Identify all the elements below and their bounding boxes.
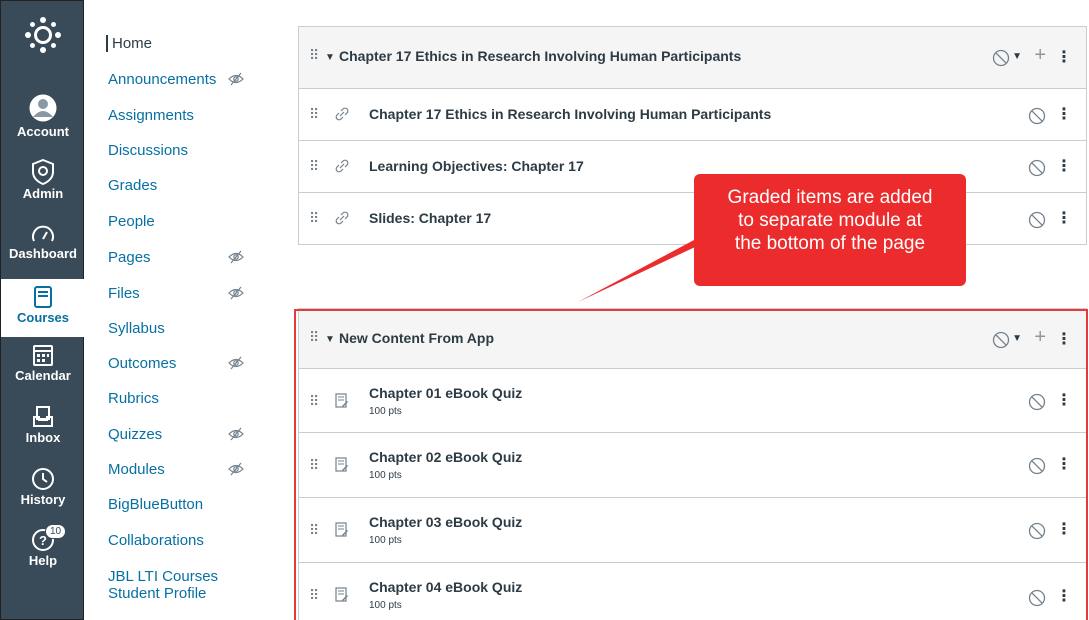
callout-line: to separate module at: [738, 210, 922, 231]
course-nav-assignments[interactable]: Assignments: [108, 107, 258, 124]
nav-account[interactable]: Account: [1, 93, 85, 149]
course-nav-quizzes[interactable]: Quizzes: [108, 426, 258, 443]
drag-handle-icon[interactable]: ⠿: [309, 158, 319, 175]
course-nav-label: Quizzes: [108, 426, 163, 443]
course-nav-discussions[interactable]: Discussions: [108, 142, 258, 159]
link-icon: [335, 107, 349, 126]
eye-slash-icon: [228, 355, 244, 375]
course-nav-files[interactable]: Files: [108, 285, 258, 302]
admin-icon: [32, 159, 54, 185]
nav-courses[interactable]: Courses: [1, 279, 85, 337]
course-nav-bigbluebutton[interactable]: BigBlueButton: [108, 496, 258, 513]
eye-slash-icon: [228, 71, 244, 91]
unpublished-icon[interactable]: [1028, 107, 1046, 130]
course-nav-announcements[interactable]: Announcements: [108, 71, 258, 88]
callout-line: the bottom of the page: [734, 233, 926, 254]
nav-inbox-label: Inbox: [25, 430, 61, 445]
callout-line: Graded items are added: [727, 187, 933, 208]
nav-dashboard-label: Dashboard: [9, 246, 77, 261]
module-item-title[interactable]: Chapter 17 Ethics in Research Involving …: [369, 106, 771, 122]
nav-admin[interactable]: Admin: [1, 159, 85, 209]
unpublished-icon[interactable]: [992, 49, 1010, 72]
canvas-logo-icon[interactable]: [23, 15, 63, 55]
course-nav-label: Modules: [108, 461, 165, 478]
module-item[interactable]: ⠿ Chapter 17 Ethics in Research Involvin…: [299, 89, 1086, 141]
module-header[interactable]: ⠿ ▼ Chapter 17 Ethics in Research Involv…: [299, 27, 1086, 89]
course-nav-collaborations[interactable]: Collaborations: [108, 532, 258, 549]
nav-courses-label: Courses: [16, 310, 70, 325]
module-item[interactable]: ⠿ Learning Objectives: Chapter 17 ⋮: [299, 141, 1086, 193]
course-nav-pages[interactable]: Pages: [108, 249, 258, 266]
help-badge: 10: [45, 524, 67, 539]
nav-calendar[interactable]: Calendar: [1, 343, 85, 393]
dashboard-icon: [32, 225, 54, 242]
course-nav-jbl-lti[interactable]: JBL LTI Courses Student Profile: [108, 568, 238, 602]
course-nav-people[interactable]: People: [108, 213, 258, 230]
nav-help-label: Help: [28, 553, 58, 568]
item-menu-icon[interactable]: ⋮: [1056, 104, 1072, 124]
nav-calendar-label: Calendar: [15, 368, 71, 383]
nav-dashboard[interactable]: Dashboard: [1, 223, 85, 271]
drag-handle-icon[interactable]: ⠿: [309, 47, 319, 64]
eye-slash-icon: [228, 461, 244, 481]
course-nav-rubrics[interactable]: Rubrics: [108, 390, 258, 407]
nav-inbox[interactable]: Inbox: [1, 405, 85, 455]
account-icon: [29, 94, 57, 122]
course-nav-grades[interactable]: Grades: [108, 177, 258, 194]
link-icon: [335, 211, 349, 230]
eye-slash-icon: [228, 249, 244, 269]
drag-handle-icon[interactable]: ⠿: [309, 210, 319, 227]
link-icon: [335, 159, 349, 178]
courses-icon: [34, 286, 52, 308]
course-nav-syllabus[interactable]: Syllabus: [108, 320, 258, 337]
global-navigation: Account Admin Dashboard Courses Calendar…: [0, 0, 85, 620]
inbox-icon: [33, 406, 53, 427]
unpublished-icon[interactable]: [1028, 159, 1046, 182]
nav-history-label: History: [20, 492, 66, 507]
module-item-title[interactable]: Learning Objectives: Chapter 17: [369, 158, 584, 174]
course-nav-label: Announcements: [108, 71, 217, 88]
module-chapter-17: ⠿ ▼ Chapter 17 Ethics in Research Involv…: [298, 26, 1087, 245]
highlight-frame: [294, 309, 1088, 620]
course-nav-outcomes[interactable]: Outcomes: [108, 355, 258, 372]
eye-slash-icon: [228, 285, 244, 305]
calendar-icon: [33, 345, 53, 366]
nav-admin-label: Admin: [22, 186, 64, 201]
course-nav-home[interactable]: Home: [106, 35, 256, 52]
callout-pointer: [578, 240, 710, 302]
annotation-callout: Graded items are added to separate modul…: [694, 174, 966, 286]
add-item-icon[interactable]: +: [1034, 44, 1046, 67]
nav-history[interactable]: History: [1, 467, 85, 517]
module-title: Chapter 17 Ethics in Research Involving …: [339, 48, 742, 64]
eye-slash-icon: [228, 426, 244, 446]
nav-account-label: Account: [17, 124, 69, 139]
item-menu-icon[interactable]: ⋮: [1056, 208, 1072, 228]
module-menu-icon[interactable]: ⋮: [1056, 47, 1072, 67]
module-item-title[interactable]: Slides: Chapter 17: [369, 210, 491, 226]
nav-help[interactable]: ? 10 Help: [1, 524, 85, 578]
course-nav-label: Files: [108, 285, 140, 302]
course-nav-modules[interactable]: Modules: [108, 461, 258, 478]
history-icon: [32, 468, 54, 490]
publish-dropdown-icon[interactable]: ▼: [1012, 51, 1022, 62]
unpublished-icon[interactable]: [1028, 211, 1046, 234]
collapse-caret-icon[interactable]: ▼: [325, 52, 335, 63]
drag-handle-icon[interactable]: ⠿: [309, 106, 319, 123]
course-nav-label: Pages: [108, 249, 151, 266]
item-menu-icon[interactable]: ⋮: [1056, 156, 1072, 176]
course-nav-label: Outcomes: [108, 355, 177, 372]
module-item[interactable]: ⠿ Slides: Chapter 17 ⋮: [299, 193, 1086, 244]
